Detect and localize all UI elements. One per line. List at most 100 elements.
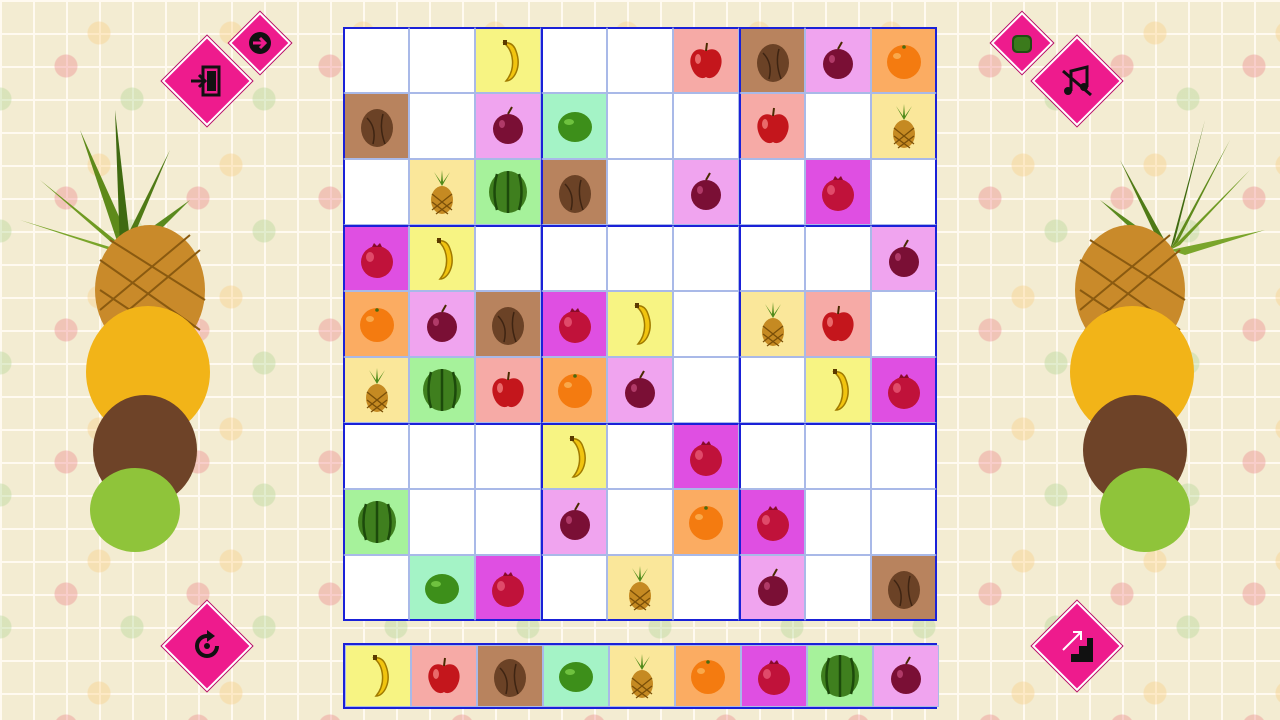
board-cell[interactable] bbox=[739, 159, 805, 225]
board-cell[interactable] bbox=[607, 555, 673, 621]
board-cell[interactable] bbox=[739, 357, 805, 423]
board-cell[interactable] bbox=[475, 93, 541, 159]
board-cell[interactable] bbox=[607, 291, 673, 357]
board-cell[interactable] bbox=[739, 291, 805, 357]
board-cell[interactable] bbox=[475, 357, 541, 423]
board-cell[interactable] bbox=[541, 291, 607, 357]
hint-button[interactable] bbox=[1031, 600, 1123, 692]
board-cell[interactable] bbox=[739, 93, 805, 159]
board-cell[interactable] bbox=[409, 489, 475, 555]
board-cell[interactable] bbox=[673, 27, 739, 93]
board-cell[interactable] bbox=[343, 357, 409, 423]
fruit-mode-button[interactable] bbox=[990, 11, 1054, 75]
board-cell[interactable] bbox=[871, 423, 937, 489]
board-cell[interactable] bbox=[541, 489, 607, 555]
tray-fruit-pomegranate[interactable] bbox=[741, 645, 807, 707]
board-cell[interactable] bbox=[343, 489, 409, 555]
board-cell[interactable] bbox=[409, 27, 475, 93]
board-cell[interactable] bbox=[541, 93, 607, 159]
board-cell[interactable] bbox=[739, 489, 805, 555]
tray-fruit-banana[interactable] bbox=[345, 645, 411, 707]
board-cell[interactable] bbox=[343, 225, 409, 291]
board-cell[interactable] bbox=[871, 357, 937, 423]
tray-fruit-apple[interactable] bbox=[411, 645, 477, 707]
board-cell[interactable] bbox=[673, 357, 739, 423]
board-cell[interactable] bbox=[673, 225, 739, 291]
board-cell[interactable] bbox=[409, 93, 475, 159]
board-cell[interactable] bbox=[541, 423, 607, 489]
tray-fruit-coconut[interactable] bbox=[477, 645, 543, 707]
board-cell[interactable] bbox=[871, 93, 937, 159]
board-cell[interactable] bbox=[871, 225, 937, 291]
board-cell[interactable] bbox=[607, 423, 673, 489]
board-cell[interactable] bbox=[475, 423, 541, 489]
board-cell[interactable] bbox=[343, 93, 409, 159]
board-cell[interactable] bbox=[475, 225, 541, 291]
board-cell[interactable] bbox=[409, 423, 475, 489]
board-cell[interactable] bbox=[343, 27, 409, 93]
board-cell[interactable] bbox=[607, 489, 673, 555]
board-cell[interactable] bbox=[607, 93, 673, 159]
next-button[interactable] bbox=[228, 11, 292, 75]
board-cell[interactable] bbox=[475, 27, 541, 93]
board-cell[interactable] bbox=[871, 291, 937, 357]
tray-fruit-lime[interactable] bbox=[543, 645, 609, 707]
board-cell[interactable] bbox=[541, 225, 607, 291]
board-cell[interactable] bbox=[607, 225, 673, 291]
board-cell[interactable] bbox=[673, 423, 739, 489]
board-cell[interactable] bbox=[607, 27, 673, 93]
board-cell[interactable] bbox=[805, 357, 871, 423]
board-cell[interactable] bbox=[805, 555, 871, 621]
board-cell[interactable] bbox=[871, 159, 937, 225]
board-cell[interactable] bbox=[739, 555, 805, 621]
board-cell[interactable] bbox=[409, 159, 475, 225]
undo-button[interactable] bbox=[161, 600, 253, 692]
board-cell[interactable] bbox=[409, 555, 475, 621]
tray-fruit-plum[interactable] bbox=[873, 645, 939, 707]
board-cell[interactable] bbox=[541, 555, 607, 621]
board-cell[interactable] bbox=[739, 27, 805, 93]
board-cell[interactable] bbox=[541, 357, 607, 423]
board-cell[interactable] bbox=[871, 489, 937, 555]
board-cell[interactable] bbox=[607, 159, 673, 225]
board-cell[interactable] bbox=[805, 291, 871, 357]
tray-fruit-pineapple[interactable] bbox=[609, 645, 675, 707]
board-cell[interactable] bbox=[871, 555, 937, 621]
board-cell[interactable] bbox=[475, 489, 541, 555]
board-cell[interactable] bbox=[805, 159, 871, 225]
board-cell[interactable] bbox=[673, 159, 739, 225]
green-fruit-icon bbox=[1012, 35, 1032, 53]
board-cell[interactable] bbox=[673, 291, 739, 357]
board-cell[interactable] bbox=[343, 423, 409, 489]
board-cell[interactable] bbox=[541, 159, 607, 225]
board-cell[interactable] bbox=[673, 489, 739, 555]
board-cell[interactable] bbox=[541, 27, 607, 93]
board-cell[interactable] bbox=[475, 159, 541, 225]
board-cell[interactable] bbox=[739, 225, 805, 291]
board-cell[interactable] bbox=[607, 357, 673, 423]
tray-fruit-orange[interactable] bbox=[675, 645, 741, 707]
board-cell[interactable] bbox=[475, 291, 541, 357]
board-cell[interactable] bbox=[805, 93, 871, 159]
board-cell[interactable] bbox=[409, 357, 475, 423]
board-cell[interactable] bbox=[409, 291, 475, 357]
board-cell[interactable] bbox=[343, 291, 409, 357]
board-cell[interactable] bbox=[805, 489, 871, 555]
music-mute-icon bbox=[1062, 65, 1092, 97]
tray-fruit-watermelon[interactable] bbox=[807, 645, 873, 707]
coconut-icon bbox=[558, 175, 591, 213]
board-cell[interactable] bbox=[805, 27, 871, 93]
board-cell[interactable] bbox=[739, 423, 805, 489]
board-cell[interactable] bbox=[673, 555, 739, 621]
board-cell[interactable] bbox=[343, 555, 409, 621]
board-cell[interactable] bbox=[805, 225, 871, 291]
board-cell[interactable] bbox=[805, 423, 871, 489]
coconut-icon bbox=[492, 307, 524, 345]
board-cell[interactable] bbox=[409, 225, 475, 291]
board-cell[interactable] bbox=[871, 27, 937, 93]
pomegranate-icon bbox=[758, 660, 790, 695]
board-cell[interactable] bbox=[475, 555, 541, 621]
arrow-right-icon bbox=[249, 32, 271, 54]
board-cell[interactable] bbox=[673, 93, 739, 159]
board-cell[interactable] bbox=[343, 159, 409, 225]
